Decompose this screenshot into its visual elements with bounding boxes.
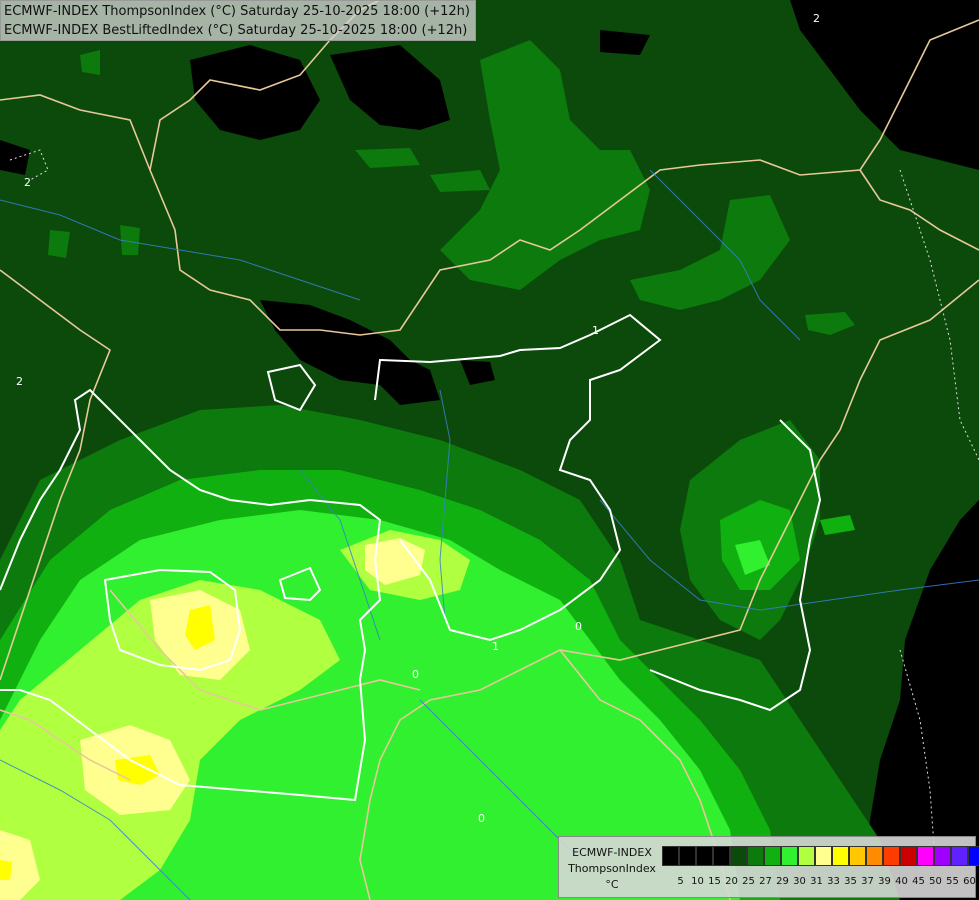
legend-tick-label: 33 [827,876,840,887]
legend-tick-label: 27 [759,876,772,887]
legend-tick-label: 30 [793,876,806,887]
legend-swatch [696,846,713,866]
legend-tick-label: 50 [929,876,942,887]
field-yellow3 [0,860,12,880]
legend-swatches [662,846,979,866]
contour-label: 1 [592,324,599,337]
legend-swatch [849,846,866,866]
contour-label: 2 [24,176,31,189]
legend-swatch [662,846,679,866]
legend-swatch [781,846,798,866]
legend-swatch [730,846,747,866]
legend-swatch [713,846,730,866]
legend-swatch [747,846,764,866]
legend-swatch [866,846,883,866]
legend-swatch [917,846,934,866]
legend-swatch [764,846,781,866]
legend-parameter: ThompsonIndex [568,862,656,875]
legend-model: ECMWF-INDEX [572,846,652,859]
legend-unit: °C [605,878,619,891]
legend-swatch [951,846,968,866]
legend-tick-label: 40 [895,876,908,887]
legend-tick-label: 31 [810,876,823,887]
legend-swatch [832,846,849,866]
legend-tick-label: 35 [844,876,857,887]
contour-label: 1 [492,640,499,653]
legend-swatch [968,846,979,866]
legend-tick-label: 45 [912,876,925,887]
legend-swatch [883,846,900,866]
legend-swatch [934,846,951,866]
map-title-line-1: ECMWF-INDEX ThompsonIndex (°C) Saturday … [4,4,470,19]
weather-map: 2 2 2 1 1 0 0 0 [0,0,979,900]
legend-tick-label: 5 [677,876,684,887]
contour-label: 0 [412,668,419,681]
contour-label: 0 [575,620,582,633]
legend-tick-label: 39 [878,876,891,887]
color-legend: ECMWF-INDEX ThompsonIndex °C 5 10 15 20 25 27… [558,836,979,898]
contour-label: 2 [813,12,820,25]
legend-swatch [679,846,696,866]
legend-tick-label: 55 [946,876,959,887]
legend-tick-label: 29 [776,876,789,887]
legend-tick-label: 10 [691,876,704,887]
map-viewer: 2 2 2 1 1 0 0 0 ECMWF-INDEX ThompsonInde… [0,0,979,900]
legend-swatch [815,846,832,866]
legend-tick-label: 20 [725,876,738,887]
map-title-line-2: ECMWF-INDEX BestLiftedIndex (°C) Saturda… [4,23,468,38]
legend-swatch [900,846,917,866]
legend-tick-label: 60 [963,876,976,887]
map-title-box: ECMWF-INDEX ThompsonIndex (°C) Saturday … [0,0,476,41]
contour-label: 2 [16,375,23,388]
legend-tick-label: 15 [708,876,721,887]
legend-ticks: 5 10 15 20 25 27 29 30 31 33 35 37 39 40 45 50 55 60 [672,876,978,887]
contour-label: 0 [478,812,485,825]
legend-swatch [798,846,815,866]
legend-tick-label: 37 [861,876,874,887]
legend-tick-label: 25 [742,876,755,887]
